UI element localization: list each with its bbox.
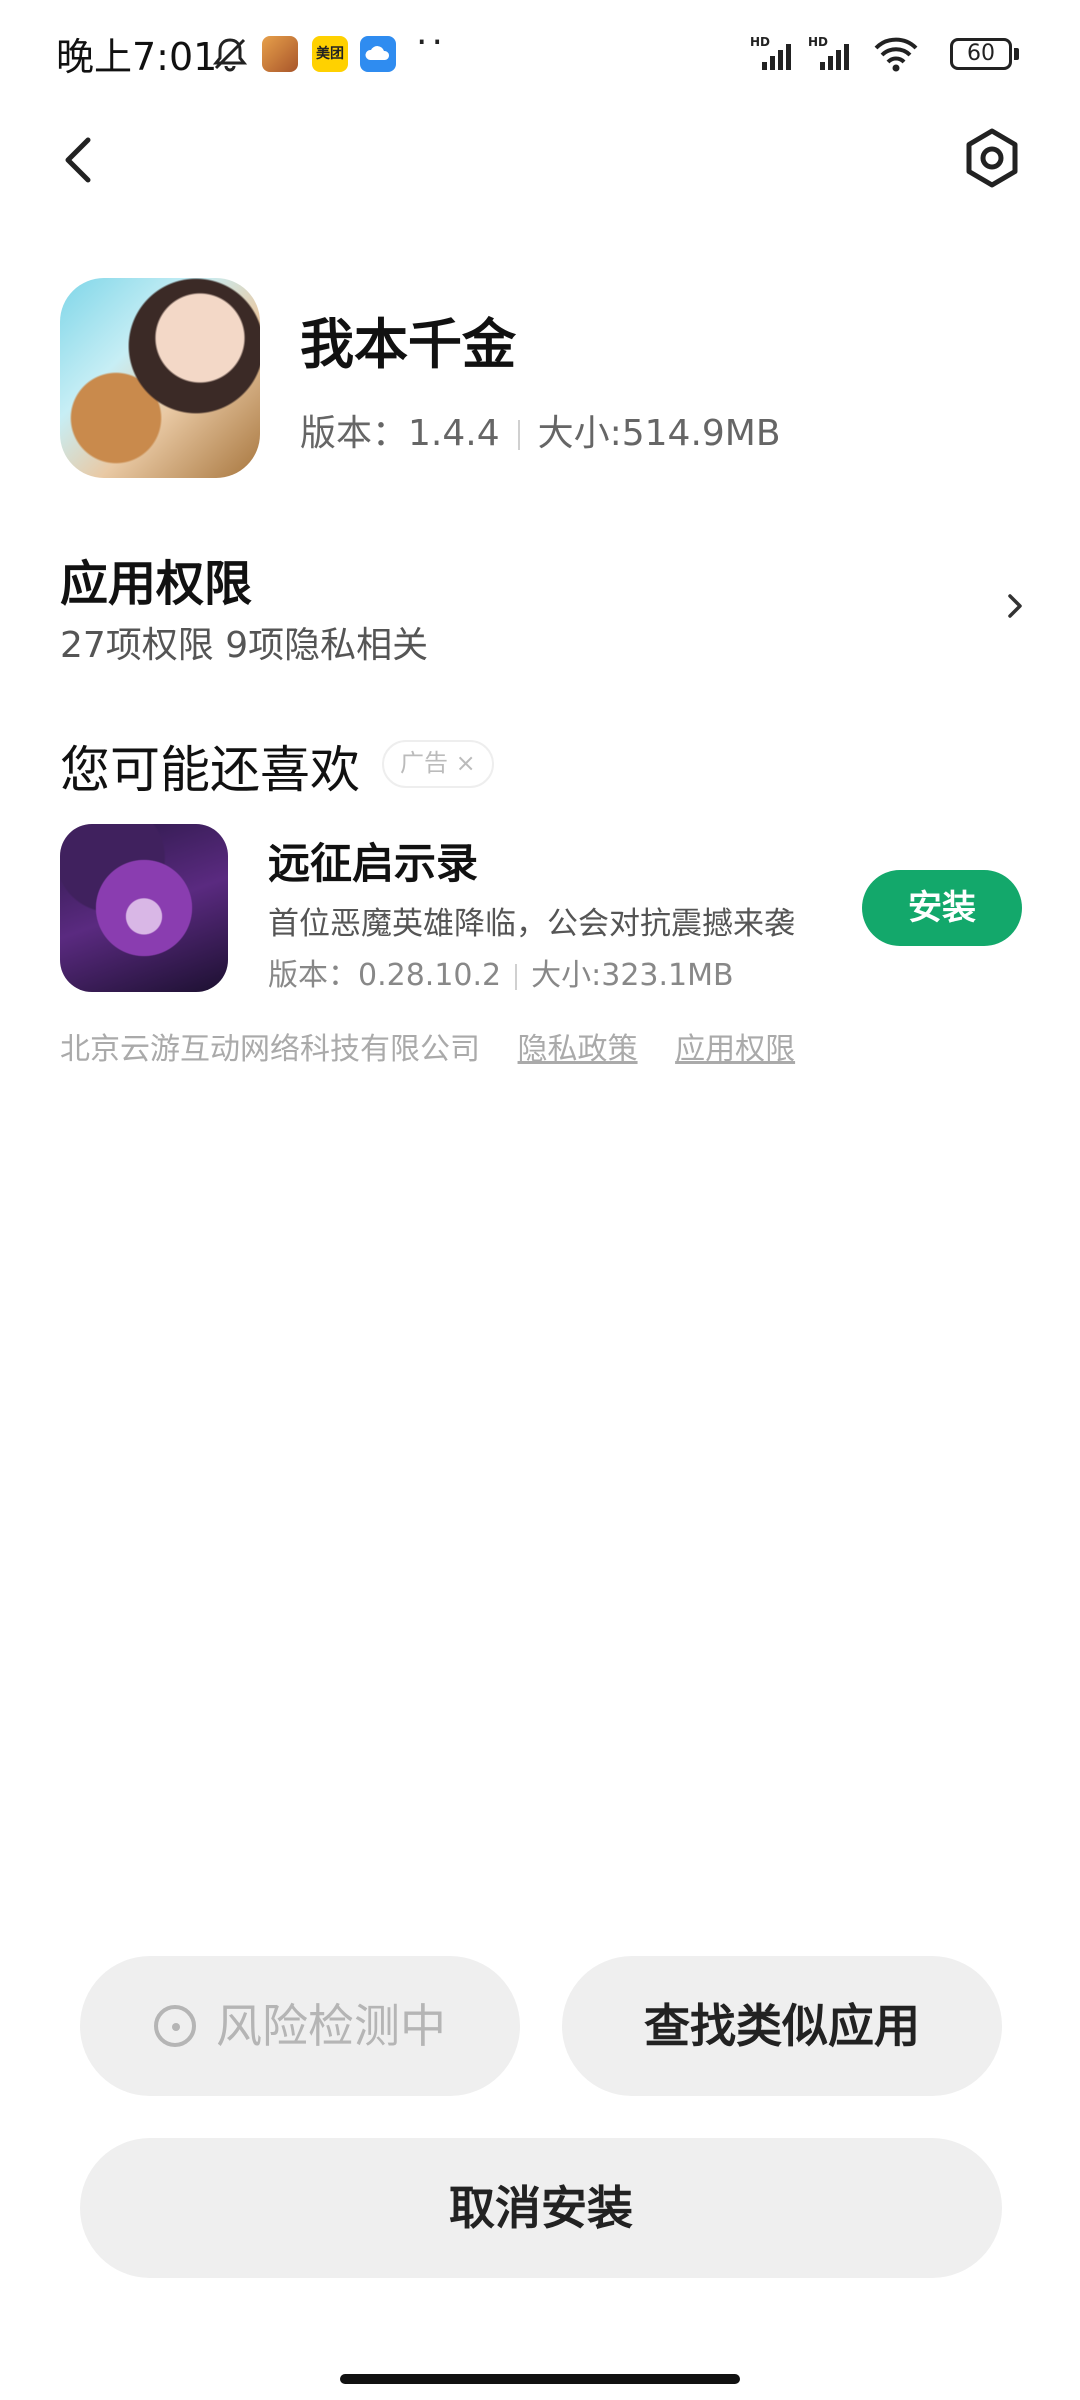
- recommended-app-size: 大小:323.1MB: [531, 958, 734, 993]
- risk-check-label: 风险检测中: [216, 1999, 446, 2053]
- ad-badge[interactable]: 广告 ×: [382, 740, 494, 788]
- recommendation-title: 您可能还喜欢: [60, 741, 360, 799]
- status-time: 晚上7:01: [56, 35, 218, 79]
- find-similar-button[interactable]: 查找类似应用: [562, 1956, 1002, 2096]
- app-title: 我本千金: [300, 313, 516, 376]
- status-bar: 晚上7:01 美团 ·· HD HD 60: [0, 0, 1080, 110]
- chevron-right-icon: [1008, 594, 1022, 618]
- risk-check-button: 风险检测中: [80, 1956, 520, 2096]
- game-notification-icon: [262, 36, 298, 72]
- app-meta: 版本：1.4.4 大小:514.9MB: [300, 404, 781, 456]
- install-button[interactable]: 安装: [862, 870, 1022, 946]
- app-icon: [60, 278, 260, 478]
- app-permissions-link[interactable]: 应用权限: [675, 1032, 795, 1067]
- ad-label: 广告: [400, 749, 448, 777]
- recommended-app-meta: 版本：0.28.10.2 大小:323.1MB: [268, 950, 734, 994]
- meituan-notification-icon: 美团: [312, 36, 348, 72]
- battery-indicator: 60: [950, 38, 1012, 70]
- chevron-left-icon: [65, 137, 91, 183]
- back-button[interactable]: [52, 130, 112, 190]
- app-permissions-row[interactable]: 应用权限 27项权限 9项隐私相关: [60, 544, 1030, 674]
- signal-hd-1-icon: HD: [750, 35, 791, 70]
- app-size: 大小:514.9MB: [537, 413, 781, 454]
- settings-gear-icon: [966, 128, 1018, 188]
- cancel-install-button[interactable]: 取消安装: [80, 2138, 1002, 2278]
- meta-divider: [517, 420, 520, 450]
- privacy-policy-link[interactable]: 隐私政策: [518, 1032, 638, 1067]
- app-version: 版本：1.4.4: [300, 413, 500, 454]
- svg-text:HD: HD: [750, 35, 770, 49]
- more-notifications-icon: ··: [416, 22, 447, 63]
- battery-tip: [1014, 48, 1019, 60]
- recommended-app-icon[interactable]: [60, 824, 228, 992]
- silent-bell-icon: [212, 38, 248, 72]
- permissions-summary: 27项权限 9项隐私相关: [60, 625, 429, 666]
- ad-close-icon[interactable]: ×: [456, 749, 476, 777]
- settings-button[interactable]: [960, 126, 1024, 190]
- permissions-title: 应用权限: [60, 556, 253, 612]
- home-indicator[interactable]: [340, 2374, 740, 2384]
- cloud-notification-icon: [360, 36, 396, 72]
- developer-name: 北京云游互动网络科技有限公司: [60, 1032, 480, 1067]
- svg-text:HD: HD: [808, 35, 828, 49]
- developer-row: 北京云游互动网络科技有限公司 隐私政策 应用权限: [60, 1024, 823, 1068]
- recommended-app-description: 首位恶魔英雄降临，公会对抗震撼来袭: [268, 906, 795, 942]
- recommended-app-name[interactable]: 远征启示录: [268, 830, 478, 891]
- loading-spinner-icon: [154, 2004, 196, 2047]
- wifi-icon: [874, 37, 918, 72]
- recommended-app-version: 版本：0.28.10.2: [268, 958, 502, 993]
- signal-hd-2-icon: HD: [808, 35, 849, 70]
- meta-divider: [515, 963, 518, 990]
